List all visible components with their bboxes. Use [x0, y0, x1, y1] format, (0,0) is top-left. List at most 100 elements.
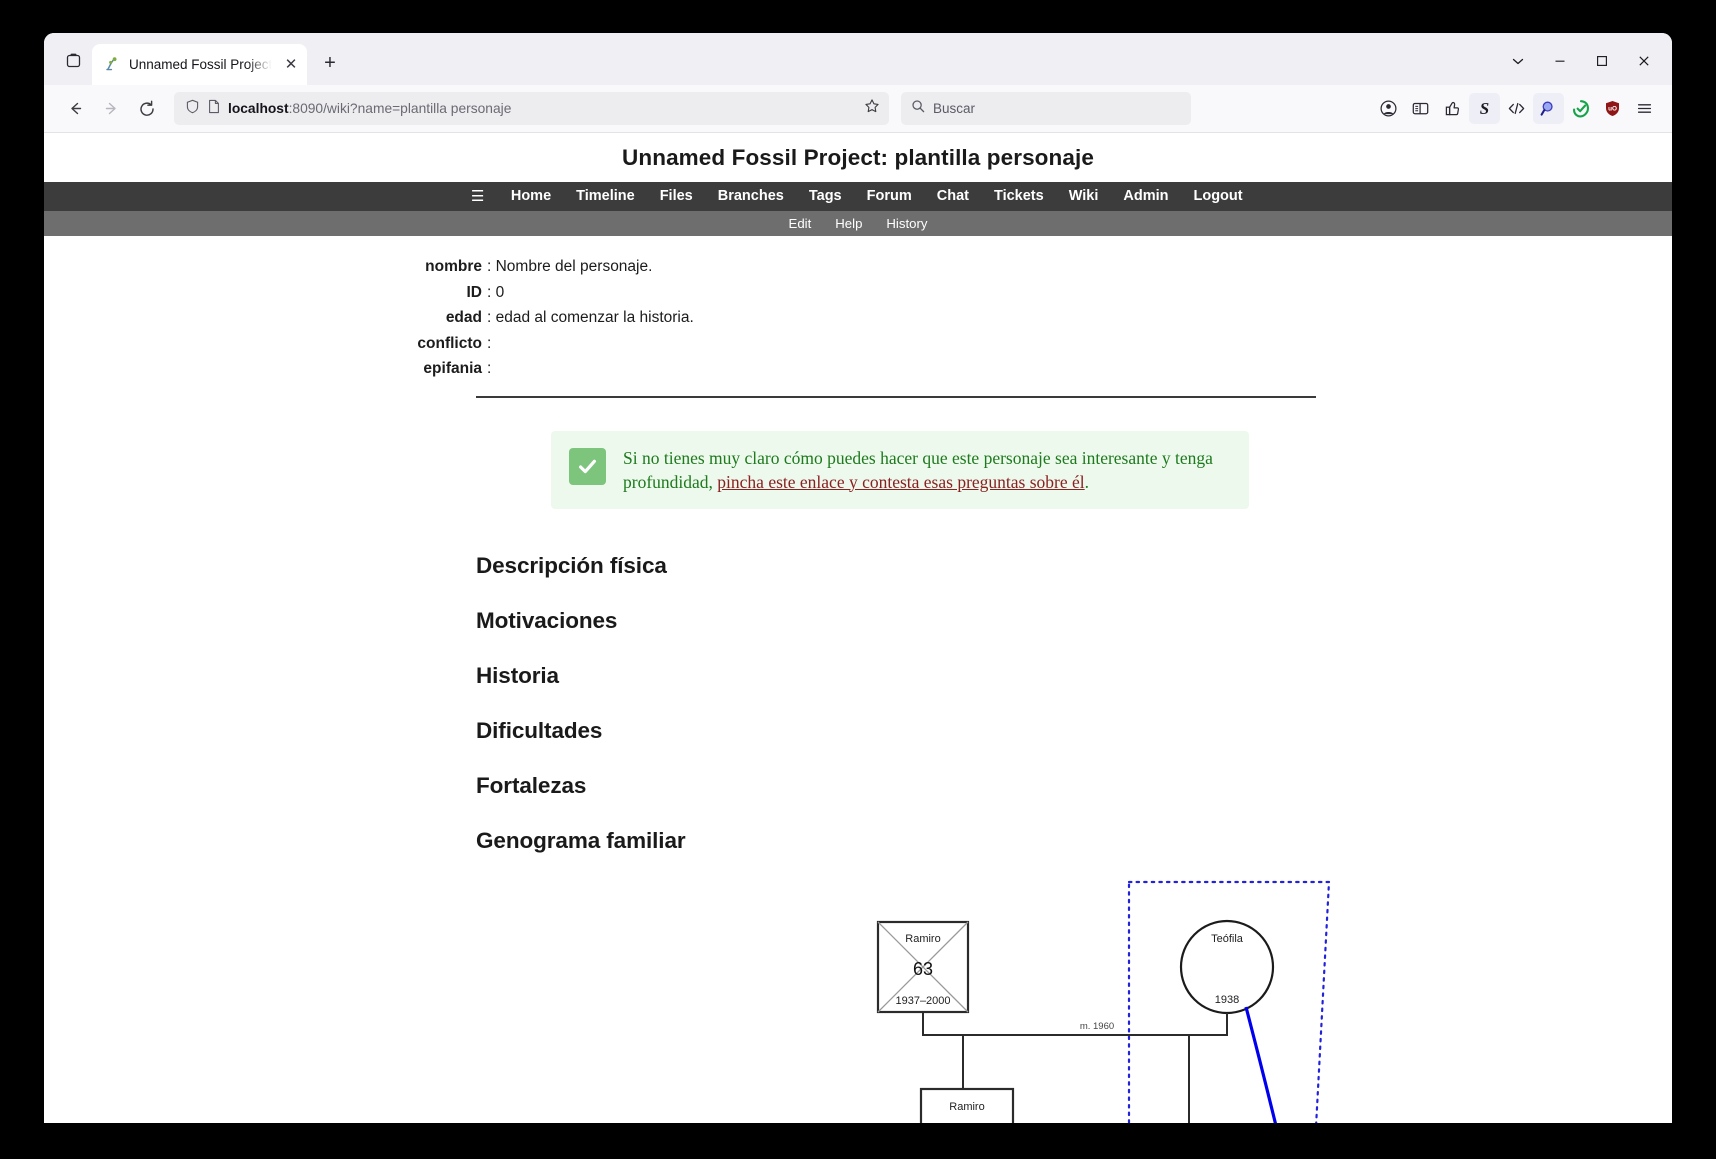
- reload-button[interactable]: [130, 92, 164, 126]
- ublock-origin-icon[interactable]: uO: [1597, 93, 1628, 124]
- navigation-toolbar: localhost:8090/wiki?name=plantilla perso…: [44, 85, 1672, 133]
- nav-item-admin[interactable]: Admin: [1111, 182, 1181, 211]
- heading-fortalezas: Fortalezas: [476, 772, 587, 798]
- nav-item-files[interactable]: Files: [647, 182, 705, 211]
- nav-item-timeline[interactable]: Timeline: [564, 182, 648, 211]
- definition-description: :: [487, 360, 492, 377]
- nav-item-tickets[interactable]: Tickets: [981, 182, 1056, 211]
- node-dates-label: 1938: [1215, 994, 1239, 1006]
- downloads-chevron-icon[interactable]: [1498, 43, 1538, 79]
- heading-motivaciones: Motivaciones: [476, 607, 618, 633]
- list-all-tabs-button[interactable]: [54, 41, 92, 79]
- definition-row: nombre : Nombre del personaje.: [44, 254, 1672, 280]
- sidebar-icon[interactable]: [1405, 93, 1436, 124]
- grammar-shield-icon[interactable]: [1565, 93, 1596, 124]
- marriage-label: m. 1960: [1080, 1021, 1114, 1032]
- wiki-submenu: Edit Help History: [44, 211, 1672, 236]
- main-navigation-menu: ☰ Home Timeline Files Branches Tags Foru…: [44, 182, 1672, 211]
- genogram-node-teofila: Teófila 1938: [1179, 919, 1275, 1014]
- star-icon[interactable]: [864, 98, 880, 119]
- heading-descripcion-fisica: Descripción física: [476, 552, 667, 578]
- submenu-item-help[interactable]: Help: [823, 211, 874, 236]
- genogram-relationship-line: [1244, 1006, 1278, 1123]
- callout-text: Si no tienes muy claro cómo puedes hacer…: [623, 446, 1233, 494]
- definition-row: epifania :: [44, 356, 1672, 382]
- extensions-toolbar: S uO: [1373, 93, 1660, 124]
- new-tab-button[interactable]: +: [313, 46, 347, 80]
- account-icon[interactable]: [1373, 93, 1404, 124]
- app-menu-icon[interactable]: [1629, 93, 1660, 124]
- horizontal-rule: [476, 395, 1316, 398]
- callout-link[interactable]: pincha este enlace y contesta esas pregu…: [717, 472, 1084, 492]
- genogram-node-ramiro-sr: Ramiro 63 1937–2000: [876, 920, 970, 1013]
- tab-strip: Unnamed Fossil Project: pl ✕ +: [44, 33, 1672, 85]
- nav-item-forum[interactable]: Forum: [854, 182, 924, 211]
- definition-term: epifania: [423, 360, 482, 377]
- search-icon: [911, 99, 925, 118]
- nav-item-tags[interactable]: Tags: [796, 182, 854, 211]
- web-page-content: Unnamed Fossil Project: plantilla person…: [44, 133, 1672, 1123]
- tab-title: Unnamed Fossil Project: pl: [129, 57, 273, 72]
- url-host: localhost: [228, 101, 289, 116]
- definition-description: : 0: [487, 283, 505, 301]
- definition-description: : edad al comenzar la historia.: [487, 309, 694, 326]
- nav-item-logout[interactable]: Logout: [1181, 182, 1255, 211]
- maximize-button[interactable]: [1582, 43, 1622, 79]
- fossil-favicon: [104, 56, 121, 73]
- genogram-node-ramiro-jr: Ramiro 1961: [919, 1087, 1015, 1123]
- back-button[interactable]: [58, 92, 92, 126]
- minimize-button[interactable]: [1540, 43, 1580, 79]
- definition-term: ID: [466, 283, 483, 301]
- browser-tab[interactable]: Unnamed Fossil Project: pl ✕: [92, 44, 307, 85]
- node-dates-label: 1937–2000: [895, 995, 950, 1007]
- genogram-diagram[interactable]: Ramiro 63 1937–2000 Teófila 1938 m. 1960: [44, 872, 1672, 1123]
- definition-description: : Nombre del personaje.: [487, 258, 653, 275]
- definition-list: nombre : Nombre del personaje. ID : 0 ed…: [44, 236, 1672, 382]
- window-controls: [1498, 41, 1664, 85]
- url-path: :8090/wiki?name=plantilla personaje: [288, 101, 512, 116]
- svg-text:uO: uO: [1608, 106, 1617, 113]
- url-text: localhost:8090/wiki?name=plantilla perso…: [228, 101, 857, 116]
- definition-row: conflicto :: [44, 331, 1672, 357]
- definition-term: edad: [445, 309, 482, 326]
- stylus-icon[interactable]: S: [1469, 93, 1500, 124]
- node-age-label: 63: [913, 959, 933, 979]
- submenu-item-history[interactable]: History: [874, 211, 939, 236]
- menu-hamburger-icon[interactable]: ☰: [461, 182, 498, 211]
- heading-dificultades: Dificultades: [476, 717, 603, 743]
- definition-row: ID : 0: [44, 280, 1672, 306]
- close-window-button[interactable]: [1624, 43, 1664, 79]
- node-name-label: Ramiro: [949, 1101, 984, 1113]
- check-icon: [569, 447, 606, 485]
- info-callout: Si no tienes muy claro cómo puedes hacer…: [551, 430, 1249, 509]
- definition-row: edad : edad al comenzar la historia.: [44, 305, 1672, 331]
- node-name-label: Ramiro: [905, 933, 940, 945]
- section-headings: Descripción física Motivaciones Historia…: [44, 509, 1672, 854]
- node-name-label: Teófila: [1211, 933, 1244, 945]
- close-tab-icon[interactable]: ✕: [281, 55, 301, 75]
- heading-genograma-familiar: Genograma familiar: [476, 827, 686, 853]
- definition-term: conflicto: [417, 334, 482, 352]
- nav-item-branches[interactable]: Branches: [705, 182, 796, 211]
- nav-item-home[interactable]: Home: [498, 182, 563, 211]
- nav-item-wiki[interactable]: Wiki: [1056, 182, 1111, 211]
- genogram-marriage-link: m. 1960: [922, 1011, 1228, 1036]
- url-bar[interactable]: localhost:8090/wiki?name=plantilla perso…: [174, 92, 889, 125]
- browser-window: Unnamed Fossil Project: pl ✕ +: [44, 33, 1672, 1123]
- pocket-save-icon[interactable]: [1437, 93, 1468, 124]
- search-bar[interactable]: Buscar: [901, 92, 1191, 125]
- forward-button[interactable]: [94, 92, 128, 126]
- callout-text-after: .: [1084, 471, 1090, 492]
- heading-historia: Historia: [476, 662, 559, 688]
- definition-term: nombre: [425, 258, 482, 275]
- magnifier-extension-icon[interactable]: [1533, 93, 1564, 124]
- page-icon: [207, 99, 221, 119]
- definition-description: :: [487, 334, 492, 352]
- wiki-article: nombre : Nombre del personaje. ID : 0 ed…: [44, 236, 1672, 1123]
- code-brackets-icon[interactable]: [1501, 93, 1532, 124]
- search-input[interactable]: Buscar: [933, 101, 975, 116]
- page-title: Unnamed Fossil Project: plantilla person…: [622, 145, 1094, 170]
- shield-icon[interactable]: [185, 99, 200, 119]
- submenu-item-edit[interactable]: Edit: [777, 211, 824, 236]
- nav-item-chat[interactable]: Chat: [924, 182, 981, 211]
